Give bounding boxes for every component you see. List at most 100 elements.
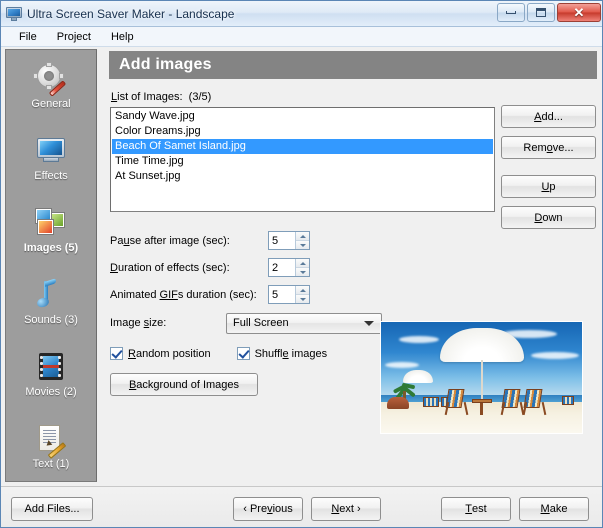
image-list[interactable]: Sandy Wave.jpg Color Dreams.jpg Beach Of… (110, 107, 495, 212)
sidebar-item-text[interactable]: Text (1) (6, 410, 96, 482)
preview-cloud (531, 352, 579, 359)
background-of-images-button[interactable]: Background of Images (110, 373, 258, 396)
duration-of-effects-row: Duration of effects (sec): (110, 254, 390, 281)
add-files-button[interactable]: Add Files... (11, 497, 93, 521)
image-size-value: Full Screen (233, 317, 289, 329)
sidebar-item-label: Text (1) (32, 457, 70, 470)
duration-of-effects-label: Duration of effects (sec): (110, 261, 230, 274)
chevron-down-icon (299, 297, 306, 301)
menu-item-project[interactable]: Project (47, 29, 101, 45)
film-strip-icon (34, 351, 68, 383)
sidebar-item-images[interactable]: Images (5) (6, 194, 96, 266)
list-count: (3/5) (188, 91, 212, 103)
main-pane: Add images List of Images: (3/5) Sandy W… (105, 49, 600, 482)
down-button[interactable]: Down (501, 206, 596, 229)
gifs-stepper-down[interactable] (296, 295, 309, 303)
preview-cloud (385, 362, 419, 368)
document-pencil-icon (34, 423, 68, 459)
minimize-button[interactable] (497, 3, 525, 22)
sidebar-item-movies[interactable]: Movies (2) (6, 338, 96, 410)
page-title: Add images (119, 56, 212, 73)
image-size-select[interactable]: Full Screen (226, 312, 382, 334)
image-size-label: Image size: (110, 317, 167, 329)
maximize-button[interactable] (527, 3, 555, 22)
content-area: General Effects Images (5) Sounds (3) Mo… (1, 47, 602, 522)
preview-far-chair (562, 396, 574, 405)
animated-gifs-duration-label: Animated GIFs duration (sec): (110, 288, 257, 301)
duration-of-effects-input[interactable] (269, 260, 295, 275)
previous-button[interactable]: ‹ Pre v ious (233, 497, 303, 521)
pause-stepper-up[interactable] (296, 232, 309, 241)
make-button[interactable]: Make (519, 497, 589, 521)
sidebar-item-sounds[interactable]: Sounds (3) (6, 266, 96, 338)
pane-header: Add images (109, 51, 597, 79)
remove-button[interactable]: Rem o ve... (501, 136, 596, 159)
sidebar-item-label: Effects (34, 169, 68, 182)
shuffle-images-label: Shuffle images (254, 347, 328, 360)
animated-gifs-duration-input[interactable] (269, 287, 295, 302)
preview-rock (387, 397, 409, 409)
close-icon: ✕ (573, 5, 585, 20)
animated-gifs-duration-row: Animated GIFs duration (sec): (110, 281, 390, 308)
sidebar-item-label: Sounds (3) (24, 313, 78, 326)
preview-far-chair (423, 397, 439, 407)
duration-stepper-up[interactable] (296, 259, 309, 268)
pause-after-image-row: Pause after image (sec): (110, 227, 390, 254)
list-action-buttons: Add... Rem o ve... Up Down (501, 105, 596, 229)
close-button[interactable]: ✕ (557, 3, 601, 22)
pause-after-image-stepper[interactable] (268, 231, 310, 250)
sidebar-item-general[interactable]: General (6, 50, 96, 122)
menu-item-help[interactable]: Help (101, 29, 144, 45)
list-item[interactable]: Time Time.jpg (112, 154, 493, 169)
list-item[interactable]: At Sunset.jpg (112, 169, 493, 184)
maximize-icon (536, 8, 546, 17)
music-note-icon (34, 277, 68, 311)
preview-cloud (399, 336, 439, 343)
random-position-checkbox[interactable]: Random position (110, 347, 211, 360)
preview-deck-chair (444, 389, 469, 416)
chevron-down-icon (299, 270, 306, 274)
list-item[interactable]: Color Dreams.jpg (112, 124, 493, 139)
chevron-up-icon (299, 288, 306, 292)
random-position-label: Random position (128, 347, 211, 360)
chevron-up-icon (299, 234, 306, 238)
duration-stepper-down[interactable] (296, 268, 309, 276)
test-button[interactable]: Test (441, 497, 511, 521)
sidebar-item-effects[interactable]: Effects (6, 122, 96, 194)
pause-after-image-input[interactable] (269, 233, 295, 248)
title-bar: Ultra Screen Saver Maker - Landscape ✕ (1, 1, 602, 27)
checkbox-box[interactable] (110, 347, 123, 360)
shuffle-images-checkbox[interactable]: Shuffle images (236, 347, 328, 360)
checkbox-box[interactable] (236, 347, 250, 360)
monitor-icon (6, 6, 22, 22)
chevron-up-icon (299, 261, 306, 265)
pause-after-image-label: Pause after image (sec): (110, 234, 230, 247)
images-icon (34, 207, 68, 239)
sidebar-item-label: General (31, 97, 71, 110)
next-button[interactable]: Next › (311, 497, 381, 521)
gear-wand-icon (33, 61, 68, 97)
sidebar: General Effects Images (5) Sounds (3) Mo… (5, 49, 97, 522)
checkbox-row: Random position Shuffle images (110, 347, 390, 360)
list-item[interactable]: Sandy Wave.jpg (112, 109, 493, 124)
up-button[interactable]: Up (501, 175, 596, 198)
preview-deck-chair (500, 389, 525, 416)
application-window: Ultra Screen Saver Maker - Landscape ✕ F… (0, 0, 603, 528)
chevron-down-icon (364, 321, 374, 326)
bottom-bar: Add Files... ‹ Pre v ious Next › Test Make (1, 486, 602, 527)
image-preview[interactable] (380, 321, 583, 434)
add-button[interactable]: Add... (501, 105, 596, 128)
list-item[interactable]: Beach Of Samet Island.jpg (112, 139, 493, 154)
pause-stepper-down[interactable] (296, 241, 309, 249)
menu-bar: File Project Help (1, 27, 602, 47)
list-of-images-label: List of Images: (3/5) (111, 91, 211, 103)
sidebar-item-label: Movies (2) (25, 385, 77, 398)
duration-of-effects-stepper[interactable] (268, 258, 310, 277)
menu-item-file[interactable]: File (9, 29, 47, 45)
gifs-stepper-up[interactable] (296, 286, 309, 295)
preview-small-umbrella (403, 370, 433, 383)
settings-form: Pause after image (sec): Duration of eff… (110, 227, 390, 396)
animated-gifs-duration-stepper[interactable] (268, 285, 310, 304)
window-controls: ✕ (497, 3, 601, 22)
window-title: Ultra Screen Saver Maker - Landscape (27, 6, 235, 21)
